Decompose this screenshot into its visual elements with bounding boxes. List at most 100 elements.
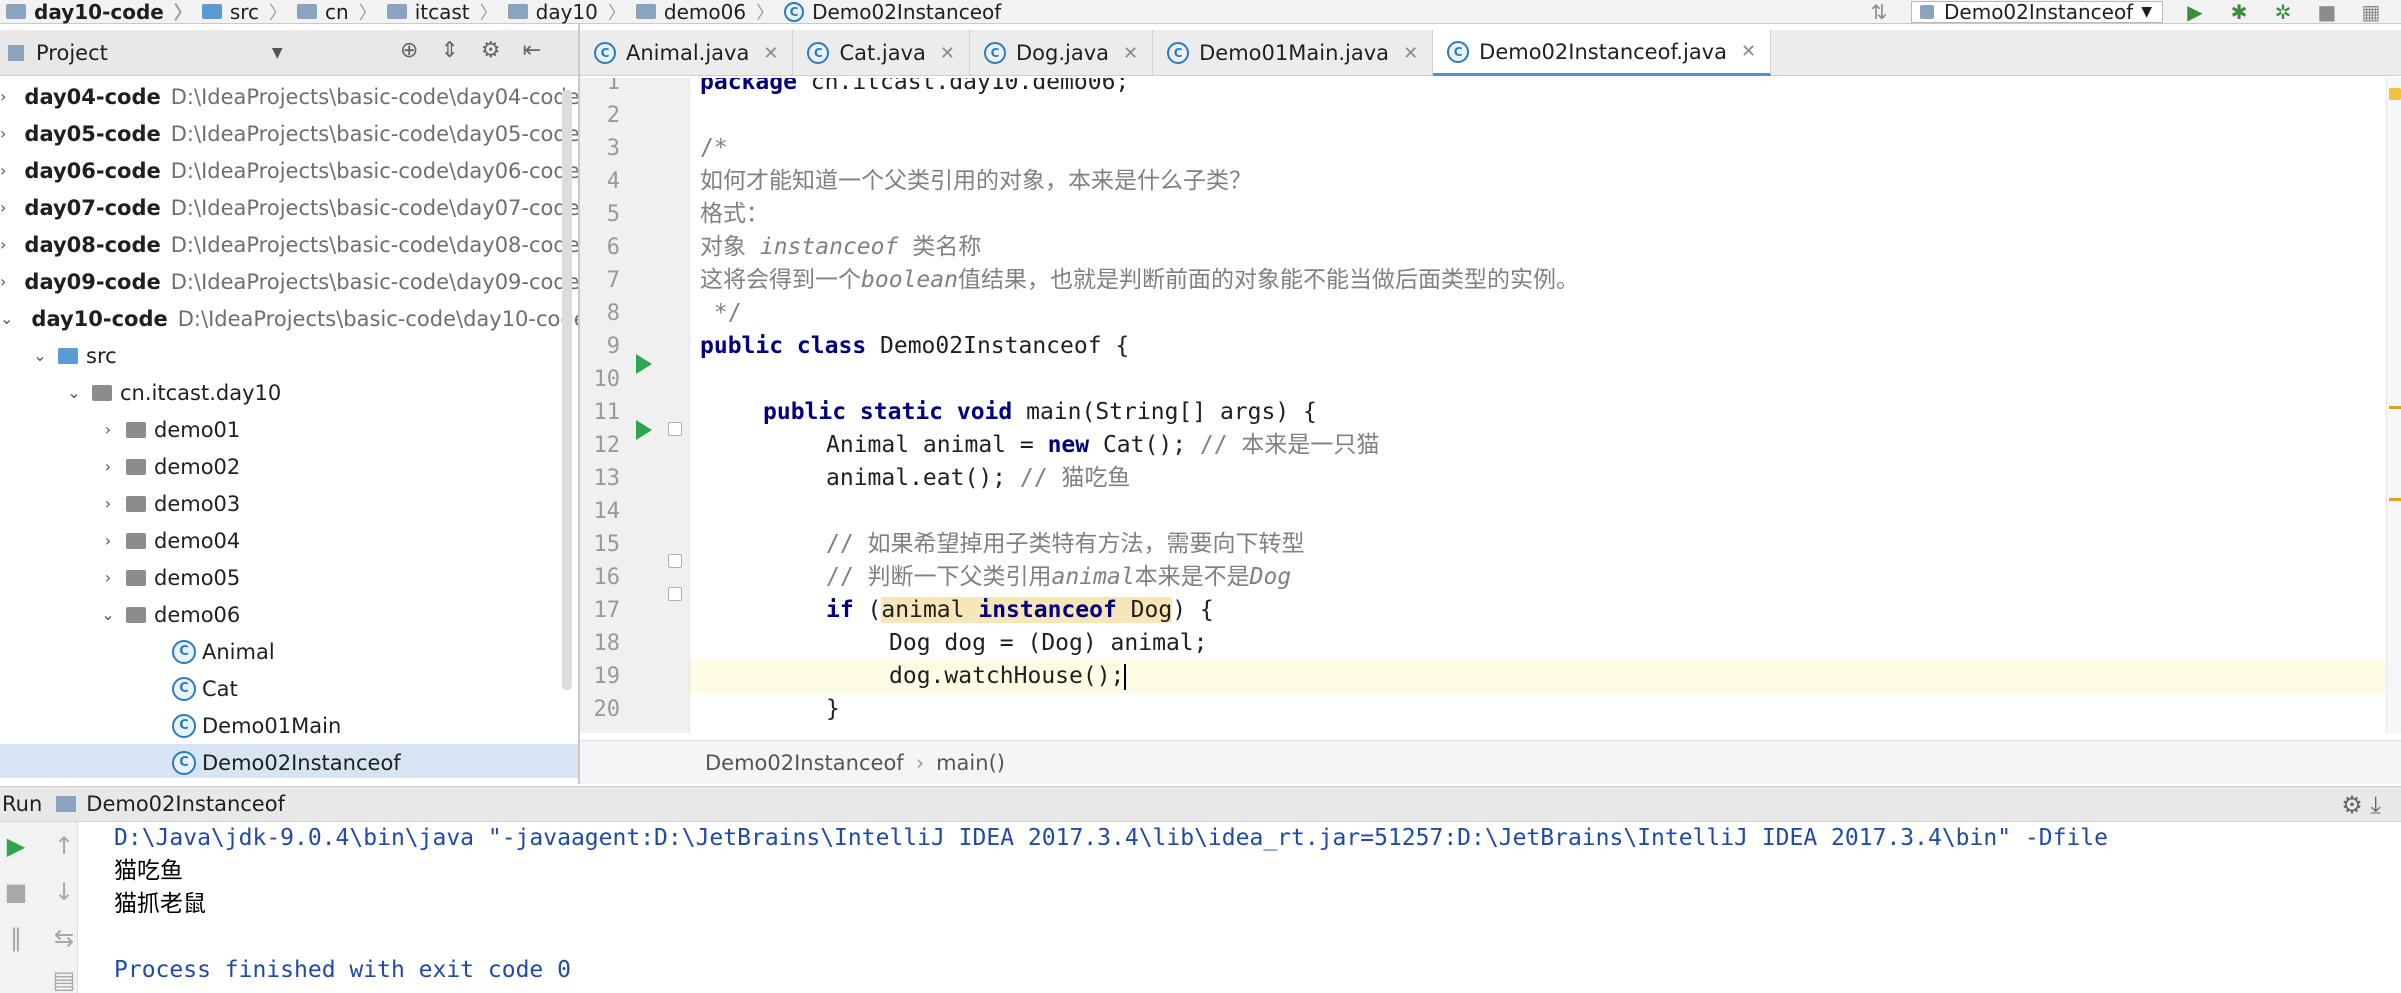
code-line: 格式： bbox=[700, 201, 769, 227]
tree-item-module[interactable]: ⌄ day10-code D:\IdeaProjects\basic-code\da… bbox=[0, 300, 578, 337]
nav-crumb-itcast[interactable]: itcast 〉 bbox=[379, 0, 500, 24]
debug-icon[interactable]: ✱ bbox=[2227, 0, 2251, 24]
chevron-right-icon[interactable]: › bbox=[100, 494, 116, 513]
tab-demo01main[interactable]: C Demo01Main.java ✕ bbox=[1153, 30, 1434, 76]
stop-icon[interactable]: ■ bbox=[2315, 0, 2339, 24]
warning-marker[interactable] bbox=[2389, 406, 2401, 409]
run-config-select[interactable]: Demo02Instanceof ▼ bbox=[1911, 0, 2163, 24]
run-gutter-icon[interactable] bbox=[636, 420, 652, 440]
line-number: 8 bbox=[606, 301, 620, 326]
close-icon[interactable]: ✕ bbox=[1123, 43, 1138, 64]
tab-cat[interactable]: C Cat.java ✕ bbox=[793, 30, 970, 76]
error-stripe bbox=[2386, 78, 2401, 733]
chevron-right-icon[interactable]: › bbox=[100, 457, 116, 476]
tree-item-package[interactable]: › demo02 bbox=[0, 448, 578, 485]
build-icon[interactable]: ⇅ bbox=[1867, 0, 1891, 24]
chevron-down-icon[interactable]: ⌄ bbox=[32, 346, 48, 365]
nav-crumb-module[interactable]: day10-code 〉 bbox=[0, 0, 194, 24]
chevron-right-icon[interactable]: › bbox=[0, 124, 6, 143]
tree-item-package[interactable]: › demo04 bbox=[0, 522, 578, 559]
chevron-right-icon[interactable]: › bbox=[0, 272, 6, 291]
nav-crumb-class[interactable]: C Demo02Instanceof bbox=[776, 0, 1001, 24]
print-icon[interactable]: ▤ bbox=[50, 966, 78, 993]
project-icon bbox=[8, 44, 24, 61]
run-tab[interactable]: Demo02Instanceof bbox=[56, 792, 285, 816]
tree-item-package[interactable]: › demo05 bbox=[0, 559, 578, 596]
close-icon[interactable]: ✕ bbox=[1741, 41, 1756, 62]
fold-marker[interactable] bbox=[668, 554, 682, 568]
folder-icon bbox=[6, 4, 26, 19]
up-arrow-icon[interactable]: ↑ bbox=[50, 832, 78, 860]
nav-crumb-cn[interactable]: cn 〉 bbox=[289, 0, 379, 24]
code-line: /* bbox=[700, 135, 728, 161]
chevron-down-icon[interactable]: ⌄ bbox=[66, 383, 82, 402]
locate-icon[interactable]: ⊕ bbox=[400, 38, 418, 63]
chevron-down-icon[interactable]: ⌄ bbox=[0, 309, 13, 328]
chevron-right-icon[interactable]: › bbox=[0, 198, 6, 217]
console-output: 猫吃鱼 bbox=[114, 858, 183, 884]
tree-item-module[interactable]: › day05-code D:\IdeaProjects\basic-code\da… bbox=[0, 115, 578, 152]
close-icon[interactable]: ✕ bbox=[940, 43, 955, 64]
line-number: 1 bbox=[606, 78, 620, 95]
warning-marker[interactable] bbox=[2389, 498, 2401, 501]
chevron-right-icon[interactable]: › bbox=[100, 531, 116, 550]
nav-crumb-src[interactable]: src 〉 bbox=[194, 0, 289, 24]
breadcrumb-class[interactable]: Demo02Instanceof bbox=[705, 751, 904, 775]
tree-item-class[interactable]: C Animal bbox=[0, 633, 578, 670]
tree-item-package[interactable]: ⌄ demo06 bbox=[0, 596, 578, 633]
coverage-icon[interactable]: ✲ bbox=[2271, 0, 2295, 24]
tree-item-class[interactable]: C Demo01Main bbox=[0, 707, 578, 744]
tree-item-module[interactable]: › day08-code D:\IdeaProjects\basic-code\da… bbox=[0, 226, 578, 263]
project-scrollbar[interactable] bbox=[562, 90, 572, 690]
chevron-right-icon[interactable]: › bbox=[100, 568, 116, 587]
fold-marker[interactable] bbox=[668, 587, 682, 601]
code-editor[interactable]: package cn.itcast.day10.demo06; /* 如何才能知… bbox=[690, 78, 2386, 733]
tab-dog[interactable]: C Dog.java ✕ bbox=[970, 30, 1154, 76]
chevron-right-icon[interactable]: › bbox=[100, 420, 116, 439]
tree-item-module[interactable]: › day06-code D:\IdeaProjects\basic-code\da… bbox=[0, 152, 578, 189]
run-icon[interactable]: ▶ bbox=[2183, 0, 2207, 24]
chevron-right-icon[interactable]: › bbox=[0, 235, 6, 254]
project-panel-header: Project ▼ ⊕ ⇕ ⚙ ⇤ bbox=[0, 30, 578, 76]
gear-icon[interactable]: ⚙ ⤓ bbox=[2341, 791, 2381, 819]
tree-item-package[interactable]: ⌄ cn.itcast.day10 bbox=[0, 374, 578, 411]
stop-icon[interactable]: ■ bbox=[2, 878, 30, 906]
down-arrow-icon[interactable]: ↓ bbox=[50, 878, 78, 906]
package-icon bbox=[126, 458, 146, 475]
warning-icon[interactable] bbox=[2389, 88, 2401, 100]
line-number: 11 bbox=[593, 400, 621, 425]
run-gutter-icon[interactable] bbox=[636, 354, 652, 374]
breadcrumb-method[interactable]: main() bbox=[936, 751, 1005, 775]
abstract-class-icon: C bbox=[172, 639, 196, 664]
rerun-icon[interactable]: ▶ bbox=[2, 832, 30, 860]
tab-animal[interactable]: C Animal.java ✕ bbox=[580, 30, 794, 76]
project-structure-icon[interactable]: ▦ bbox=[2359, 0, 2383, 24]
run-console[interactable]: D:\Java\jdk-9.0.4\bin\java "-javaagent:D… bbox=[78, 822, 2401, 993]
pause-icon[interactable]: ‖ bbox=[2, 924, 30, 952]
tree-item-class[interactable]: C Demo02Instanceof bbox=[0, 744, 578, 778]
close-icon[interactable]: ✕ bbox=[763, 43, 778, 64]
hide-icon[interactable]: ⇤ bbox=[523, 38, 541, 63]
nav-crumb-day10[interactable]: day10 〉 bbox=[500, 0, 628, 24]
run-panel-label[interactable]: Run bbox=[2, 792, 42, 816]
project-panel-title[interactable]: Project bbox=[36, 41, 108, 65]
chevron-down-icon[interactable]: ⌄ bbox=[100, 605, 116, 624]
fold-marker[interactable] bbox=[668, 422, 682, 436]
chevron-right-icon[interactable]: › bbox=[0, 161, 6, 180]
tab-demo02instanceof[interactable]: C Demo02Instanceof.java ✕ bbox=[1433, 30, 1772, 76]
gear-icon[interactable]: ⚙ bbox=[481, 38, 501, 63]
chevron-down-icon[interactable]: ▼ bbox=[272, 45, 283, 61]
wrap-icon[interactable]: ⇆ bbox=[50, 924, 78, 952]
close-icon[interactable]: ✕ bbox=[1403, 43, 1418, 64]
tree-item-module[interactable]: › day04-code D:\IdeaProjects\basic-code\da… bbox=[0, 78, 578, 115]
tree-item-package[interactable]: › demo03 bbox=[0, 485, 578, 522]
tree-item-class[interactable]: C Cat bbox=[0, 670, 578, 707]
chevron-right-icon[interactable]: › bbox=[0, 87, 6, 106]
tree-item-src[interactable]: ⌄ src bbox=[0, 337, 578, 374]
nav-crumb-demo06[interactable]: demo06 〉 bbox=[628, 0, 776, 24]
tree-item-module[interactable]: › day09-code D:\IdeaProjects\basic-code\da… bbox=[0, 263, 578, 300]
collapse-icon[interactable]: ⇕ bbox=[440, 38, 458, 63]
tree-item-module[interactable]: › day07-code D:\IdeaProjects\basic-code\da… bbox=[0, 189, 578, 226]
tree-item-package[interactable]: › demo01 bbox=[0, 411, 578, 448]
line-number: 9 bbox=[606, 334, 620, 359]
